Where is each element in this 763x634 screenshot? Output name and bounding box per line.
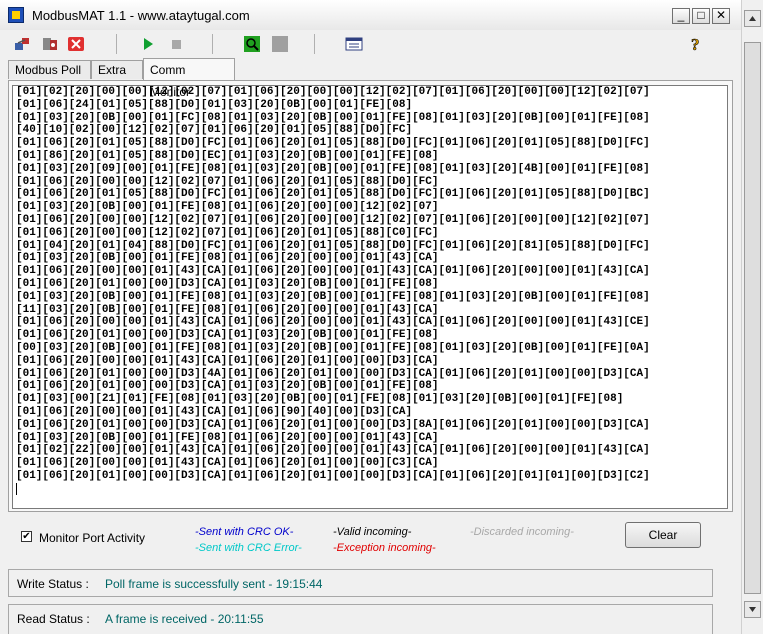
- disconnect-icon[interactable]: [66, 34, 86, 54]
- list-icon[interactable]: [344, 34, 364, 54]
- tab-comm-monitor[interactable]: Comm Monitor: [143, 58, 235, 99]
- monitor-line: [01][06][20][00][00][12][02][07][01][06]…: [16, 213, 650, 226]
- minimize-button[interactable]: _: [672, 8, 690, 24]
- connect-icon[interactable]: [12, 34, 32, 54]
- monitor-textbox[interactable]: [01][02][20][00][00][12][02][07][01][06]…: [12, 85, 728, 509]
- legend-sent-ok: -Sent with CRC OK-: [195, 526, 294, 538]
- monitor-line: [01][06][20][01][05][88][D0][FC][01][06]…: [16, 188, 650, 201]
- monitor-line: [01][06][20][00][00][01][43][CA][01][06]…: [16, 354, 439, 367]
- scroll-up-button[interactable]: [744, 10, 761, 27]
- clear-button[interactable]: Clear: [625, 522, 701, 548]
- legend-exception-incoming: -Exception incoming-: [333, 542, 436, 554]
- play-icon[interactable]: [138, 34, 158, 54]
- legend-sent-error: -Sent with CRC Error-: [195, 542, 302, 554]
- monitor-port-activity-checkbox[interactable]: ✔: [21, 531, 32, 542]
- monitor-line: [01][86][20][01][05][88][D0][EC][01][03]…: [16, 149, 439, 162]
- tab-extra[interactable]: Extra: [91, 60, 143, 79]
- monitor-line: [00][03][20][0B][00][01][FE][08][01][03]…: [16, 341, 650, 354]
- read-status-box: Read Status : A frame is received - 20:1…: [8, 604, 713, 634]
- tab-modbus-poll[interactable]: Modbus Poll: [8, 60, 91, 79]
- svg-text:?: ?: [691, 35, 700, 54]
- monitor-line: [01][06][20][01][05][88][D0][FC][01][06]…: [16, 137, 650, 150]
- monitor-line: [01][03][20][0B][00][01][FC][08][01][03]…: [16, 111, 650, 124]
- monitor-port-activity-label: Monitor Port Activity: [39, 531, 146, 545]
- close-button[interactable]: ✕: [712, 8, 730, 24]
- monitor-line: [01][06][20][00][00][01][43][CA][01][06]…: [16, 457, 439, 470]
- monitor-line: [01][06][20][01][00][00][D3][CA][01][06]…: [16, 469, 650, 482]
- monitor-line: [01][06][20][00][00][01][43][CA][01][06]…: [16, 265, 650, 278]
- monitor-line: [01][03][20][0B][00][01][FE][08][01][03]…: [16, 290, 650, 303]
- comm-monitor-panel: [01][02][20][00][00][12][02][07][01][06]…: [8, 80, 733, 512]
- scroll-thumb[interactable]: [744, 42, 761, 594]
- scroll-down-button[interactable]: [744, 601, 761, 618]
- monitor-line: [01][06][20][00][00][01][43][CA][01][06]…: [16, 405, 413, 418]
- legend-valid-incoming: -Valid incoming-: [333, 526, 412, 538]
- stop-icon[interactable]: [166, 34, 186, 54]
- monitor-line: [40][10][02][00][12][02][07][01][06][20]…: [16, 124, 413, 137]
- monitor-line: [01][03][20][0B][00][01][FE][08][01][06]…: [16, 201, 439, 214]
- monitor-line: [01][02][22][00][00][01][43][CA][01][06]…: [16, 444, 650, 457]
- window-title: ModbusMAT 1.1 - www.ataytugal.com: [32, 8, 250, 23]
- main-window: ModbusMAT 1.1 - www.ataytugal.com _ □ ✕: [0, 0, 741, 634]
- tab-strip: Modbus Poll Extra Comm Monitor: [8, 58, 733, 99]
- maximize-button[interactable]: □: [692, 8, 710, 24]
- text-caret: [16, 482, 17, 495]
- monitor-line: [01][06][20][00][00][12][02][07][01][06]…: [16, 226, 439, 239]
- monitor-line: [01][03][20][0B][00][01][FE][08][01][06]…: [16, 252, 439, 265]
- write-status-value: Poll frame is successfully sent - 19:15:…: [105, 577, 323, 591]
- zoom-icon[interactable]: [242, 34, 262, 54]
- monitor-line: [01][06][20][01][00][00][D3][CA][01][03]…: [16, 380, 439, 393]
- legend-discarded-incoming: -Discarded incoming-: [470, 526, 574, 538]
- monitor-line: [01][03][20][09][00][01][FE][08][01][03]…: [16, 162, 650, 175]
- blank-icon[interactable]: [270, 34, 290, 54]
- monitor-line: [01][02][20][00][00][12][02][07][01][06]…: [16, 86, 650, 98]
- read-status-label: Read Status :: [17, 612, 90, 626]
- write-status-box: Write Status : Poll frame is successfull…: [8, 569, 713, 597]
- monitor-line: [01][06][20][01][00][00][D3][CA][01][06]…: [16, 418, 650, 431]
- monitor-line: [01][06][20][01][00][00][D3][CA][01][03]…: [16, 277, 439, 290]
- vertical-scrollbar[interactable]: [741, 0, 763, 634]
- title-bar: ModbusMAT 1.1 - www.ataytugal.com _ □ ✕: [0, 0, 741, 31]
- monitor-line: [01][04][20][01][04][88][D0][FC][01][06]…: [16, 239, 650, 252]
- monitor-line: [01][06][20][01][00][00][D3][4A][01][06]…: [16, 367, 650, 380]
- monitor-line: [01][06][20][01][00][00][D3][CA][01][03]…: [16, 329, 439, 342]
- monitor-line: [01][03][00][21][01][FE][08][01][03][20]…: [16, 393, 624, 406]
- monitor-line: [01][06][24][01][05][88][D0][01][03][20]…: [16, 98, 413, 111]
- write-status-label: Write Status :: [17, 577, 89, 591]
- toolbar: ?: [0, 30, 741, 58]
- app-icon: [8, 7, 24, 23]
- monitor-line: [01][03][20][0B][00][01][FE][08][01][06]…: [16, 431, 439, 444]
- settings-icon[interactable]: [40, 34, 60, 54]
- monitor-line: [01][06][20][00][00][12][02][07][01][06]…: [16, 175, 439, 188]
- monitor-line: [11][03][20][0B][00][01][FE][08][01][06]…: [16, 303, 439, 316]
- monitor-line: [01][06][20][00][00][01][43][CA][01][06]…: [16, 316, 650, 329]
- help-icon[interactable]: ?: [686, 34, 706, 55]
- read-status-value: A frame is received - 20:11:55: [105, 612, 264, 626]
